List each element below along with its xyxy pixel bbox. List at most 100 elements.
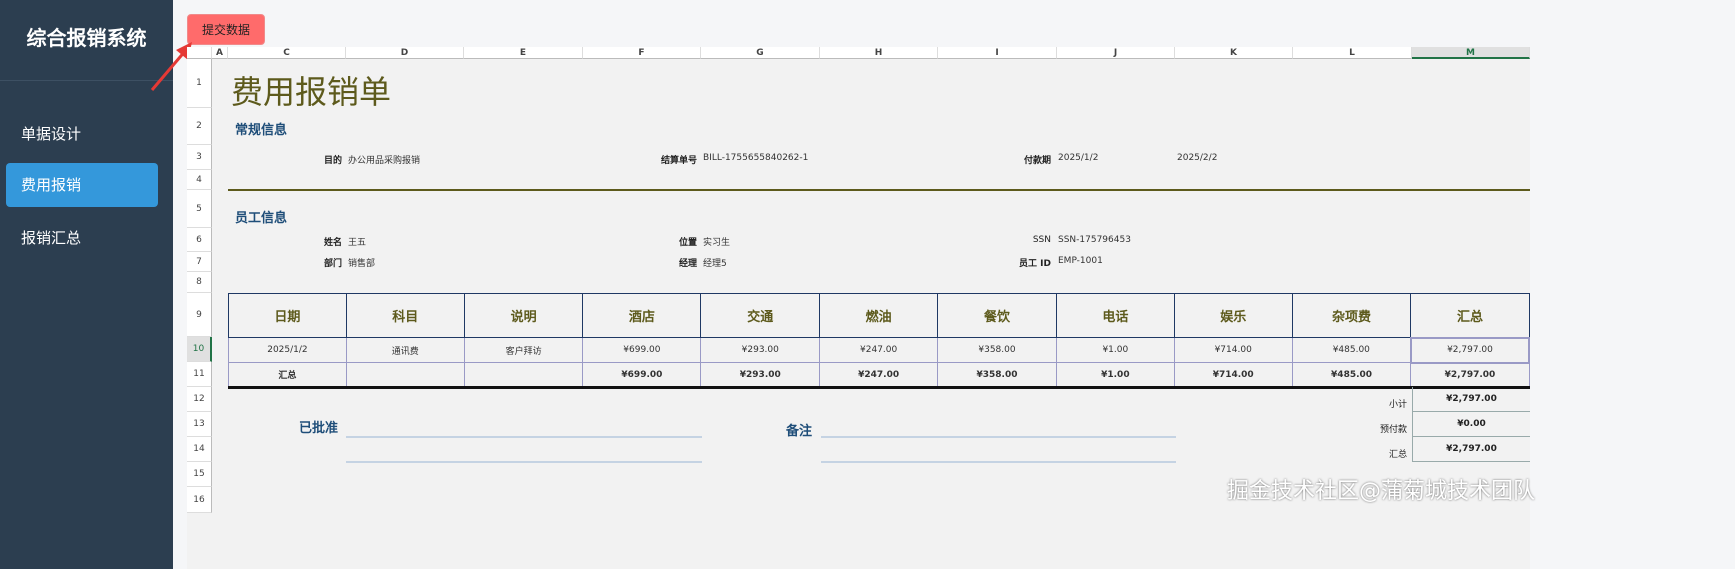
corner-cell[interactable] xyxy=(187,47,212,59)
position-value[interactable]: 实习生 xyxy=(703,235,730,248)
row-header-5[interactable]: 5 xyxy=(187,190,212,228)
total-cell[interactable]: ¥293.00 xyxy=(700,362,821,389)
column-header-K[interactable]: K xyxy=(1175,47,1293,59)
sidebar: 综合报销系统 单据设计 费用报销 报销汇总 xyxy=(0,0,173,569)
advance-value[interactable]: ¥0.00 xyxy=(1412,412,1530,437)
total-cell[interactable]: ¥699.00 xyxy=(582,362,702,389)
table-cell[interactable]: 2025/1/2 xyxy=(228,337,347,363)
total-cell[interactable]: ¥358.00 xyxy=(937,362,1057,389)
column-header-I[interactable]: I xyxy=(938,47,1057,59)
page-title: 费用报销单 xyxy=(231,73,392,111)
column-header-H[interactable]: H xyxy=(820,47,938,59)
row-header-2[interactable]: 2 xyxy=(187,108,212,145)
row-header-13[interactable]: 13 xyxy=(187,412,212,437)
sidebar-divider xyxy=(0,80,173,81)
table-cell[interactable]: ¥699.00 xyxy=(582,337,702,363)
employee-info-heading: 员工信息 xyxy=(235,211,288,226)
period-start-value[interactable]: 2025/1/2 xyxy=(1058,153,1098,163)
total-cell[interactable] xyxy=(345,362,465,389)
total-cell[interactable] xyxy=(463,362,584,389)
table-cell[interactable]: ¥2,797.00 xyxy=(1409,336,1531,364)
table-row: 2025/1/2 通讯费 客户拜访 ¥699.00 ¥293.00 ¥247.00 ¥358… xyxy=(228,336,1531,364)
row-header-10[interactable]: 10 xyxy=(187,337,212,362)
grand-total-label: 汇总 xyxy=(1388,450,1407,460)
section-divider xyxy=(228,189,1530,191)
total-cell[interactable]: ¥485.00 xyxy=(1291,362,1412,389)
table-cell[interactable]: 客户拜访 xyxy=(463,337,584,363)
row-header-11[interactable]: 11 xyxy=(187,362,212,387)
column-heading: 说明 xyxy=(463,293,584,338)
advance-label: 预付款 xyxy=(1379,425,1407,435)
column-header-J[interactable]: J xyxy=(1057,47,1175,59)
total-cell[interactable]: ¥247.00 xyxy=(819,362,939,389)
department-value[interactable]: 销售部 xyxy=(348,256,375,269)
subtotal-value[interactable]: ¥2,797.00 xyxy=(1412,387,1530,412)
row-header-9[interactable]: 9 xyxy=(187,293,212,337)
table-cell[interactable]: ¥1.00 xyxy=(1055,337,1175,363)
table-cell[interactable]: ¥485.00 xyxy=(1291,337,1412,363)
row-header-16[interactable]: 16 xyxy=(187,487,212,513)
column-heading: 餐饮 xyxy=(937,293,1057,338)
row-header-12[interactable]: 12 xyxy=(187,387,212,412)
table-total-row: 汇总 ¥699.00 ¥293.00 ¥247.00 ¥358.00 ¥1.00 ¥714.… xyxy=(228,362,1530,389)
manager-value[interactable]: 经理5 xyxy=(703,256,727,269)
ssn-value[interactable]: SSN-175796453 xyxy=(1058,235,1131,245)
notes-label: 备注 xyxy=(786,424,813,439)
row-header-6[interactable]: 6 xyxy=(187,228,212,252)
column-heading: 日期 xyxy=(228,293,347,338)
column-header-A[interactable]: A xyxy=(212,47,228,59)
sidebar-item-expense[interactable]: 费用报销 xyxy=(6,163,158,207)
purpose-label: 目的 xyxy=(323,156,342,166)
column-header-M[interactable]: M xyxy=(1412,47,1530,59)
period-end-value[interactable]: 2025/2/2 xyxy=(1177,153,1217,163)
payment-period-label: 付款期 xyxy=(1023,156,1051,166)
name-value[interactable]: 王五 xyxy=(348,235,366,248)
submit-data-button[interactable]: 提交数据 xyxy=(187,14,265,45)
column-header-L[interactable]: L xyxy=(1293,47,1412,59)
subtotal-label: 小计 xyxy=(1388,400,1407,410)
column-heading: 电话 xyxy=(1055,293,1175,338)
expense-table: 日期 科目 说明 酒店 交通 燃油 餐饮 电话 娱乐 杂项费 汇总 2025/1/2 通讯费 客户拜访 ¥… xyxy=(228,293,1531,389)
table-header-row: 日期 科目 说明 酒店 交通 燃油 餐饮 电话 娱乐 杂项费 汇总 xyxy=(228,293,1530,338)
column-header-E[interactable]: E xyxy=(464,47,583,59)
notes-line[interactable] xyxy=(821,436,1176,438)
column-header-G[interactable]: G xyxy=(701,47,820,59)
approved-signature-line[interactable] xyxy=(346,461,702,463)
row-header-3[interactable]: 3 xyxy=(187,145,212,170)
table-cell[interactable]: ¥247.00 xyxy=(819,337,939,363)
row-header-14[interactable]: 14 xyxy=(187,437,212,462)
employee-id-label: 员工 ID xyxy=(1019,259,1051,269)
sidebar-item-form-design[interactable]: 单据设计 xyxy=(6,112,158,156)
total-cell[interactable]: ¥714.00 xyxy=(1173,362,1293,389)
bill-number-value[interactable]: BILL-1755655840262-1 xyxy=(703,153,808,163)
row-header-8[interactable]: 8 xyxy=(187,272,212,293)
app-title: 综合报销系统 xyxy=(26,26,147,50)
table-cell[interactable]: 通讯费 xyxy=(345,337,465,363)
sidebar-item-summary[interactable]: 报销汇总 xyxy=(6,216,158,260)
row-header-1[interactable]: 1 xyxy=(187,59,212,108)
row-header-15[interactable]: 15 xyxy=(187,462,212,487)
total-cell[interactable]: 汇总 xyxy=(228,362,347,389)
table-cell[interactable]: ¥293.00 xyxy=(700,337,821,363)
notes-line[interactable] xyxy=(821,461,1176,463)
total-cell[interactable]: ¥1.00 xyxy=(1055,362,1175,389)
approved-label: 已批准 xyxy=(299,421,339,436)
column-heading: 酒店 xyxy=(582,293,702,338)
column-header-C[interactable]: C xyxy=(228,47,346,59)
column-header-D[interactable]: D xyxy=(346,47,464,59)
column-heading: 杂项费 xyxy=(1291,293,1412,338)
employee-id-value[interactable]: EMP-1001 xyxy=(1058,256,1103,266)
bill-number-label: 结算单号 xyxy=(660,156,697,166)
table-cell[interactable]: ¥358.00 xyxy=(937,337,1057,363)
approved-signature-line[interactable] xyxy=(346,436,702,438)
column-header-F[interactable]: F xyxy=(583,47,701,59)
purpose-value[interactable]: 办公用品采购报销 xyxy=(348,153,420,166)
row-header-4[interactable]: 4 xyxy=(187,170,212,190)
total-cell[interactable]: ¥2,797.00 xyxy=(1410,362,1530,389)
watermark: 掘金技术社区@蒲菊城技术团队 xyxy=(1227,479,1536,504)
grand-total-value[interactable]: ¥2,797.00 xyxy=(1412,437,1530,462)
table-cell[interactable]: ¥714.00 xyxy=(1173,337,1293,363)
row-header-7[interactable]: 7 xyxy=(187,252,212,272)
department-label: 部门 xyxy=(323,259,342,269)
general-info-heading: 常规信息 xyxy=(235,123,288,138)
